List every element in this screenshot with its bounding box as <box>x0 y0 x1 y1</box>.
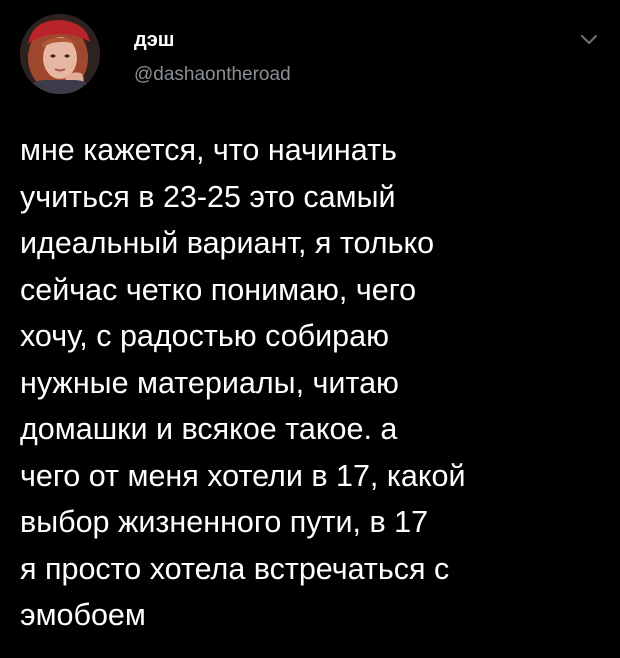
tweet-text-line: учиться в 23-25 это самый <box>20 179 396 214</box>
tweet-card: дэш @dashaontheroad мне кажется, что нач… <box>0 0 620 658</box>
tweet-text-line: нужные материалы, читаю <box>20 365 399 400</box>
tweet-text-line: мне кажется, что начинать <box>20 133 397 167</box>
display-name[interactable]: дэш <box>134 28 174 52</box>
tweet-header: дэш @dashaontheroad <box>20 14 600 94</box>
profile-photo-icon <box>20 14 100 94</box>
avatar[interactable] <box>20 14 100 94</box>
tweet-text-line: эмобоем <box>20 598 146 632</box>
tweet-text-line: домашки и всякое такое. а <box>20 412 398 446</box>
chevron-down-icon[interactable] <box>578 28 600 50</box>
tweet-text-line: идеальный вариант, я только <box>20 226 435 260</box>
user-handle[interactable]: @dashaontheroad <box>134 64 291 86</box>
tweet-text-line: я просто хотела встречаться с <box>20 551 450 586</box>
tweet-text: мне кажется, что начинать учиться в 23-2… <box>20 127 605 639</box>
tweet-text-line: сейчас четко понимаю, чего <box>20 272 417 307</box>
tweet-text-line: выбор жизненного пути, в 17 <box>20 505 429 539</box>
tweet-text-line: чего от меня хотели в 17, какой <box>20 458 466 493</box>
tweet-text-line: хочу, с радостью собираю <box>20 319 389 353</box>
